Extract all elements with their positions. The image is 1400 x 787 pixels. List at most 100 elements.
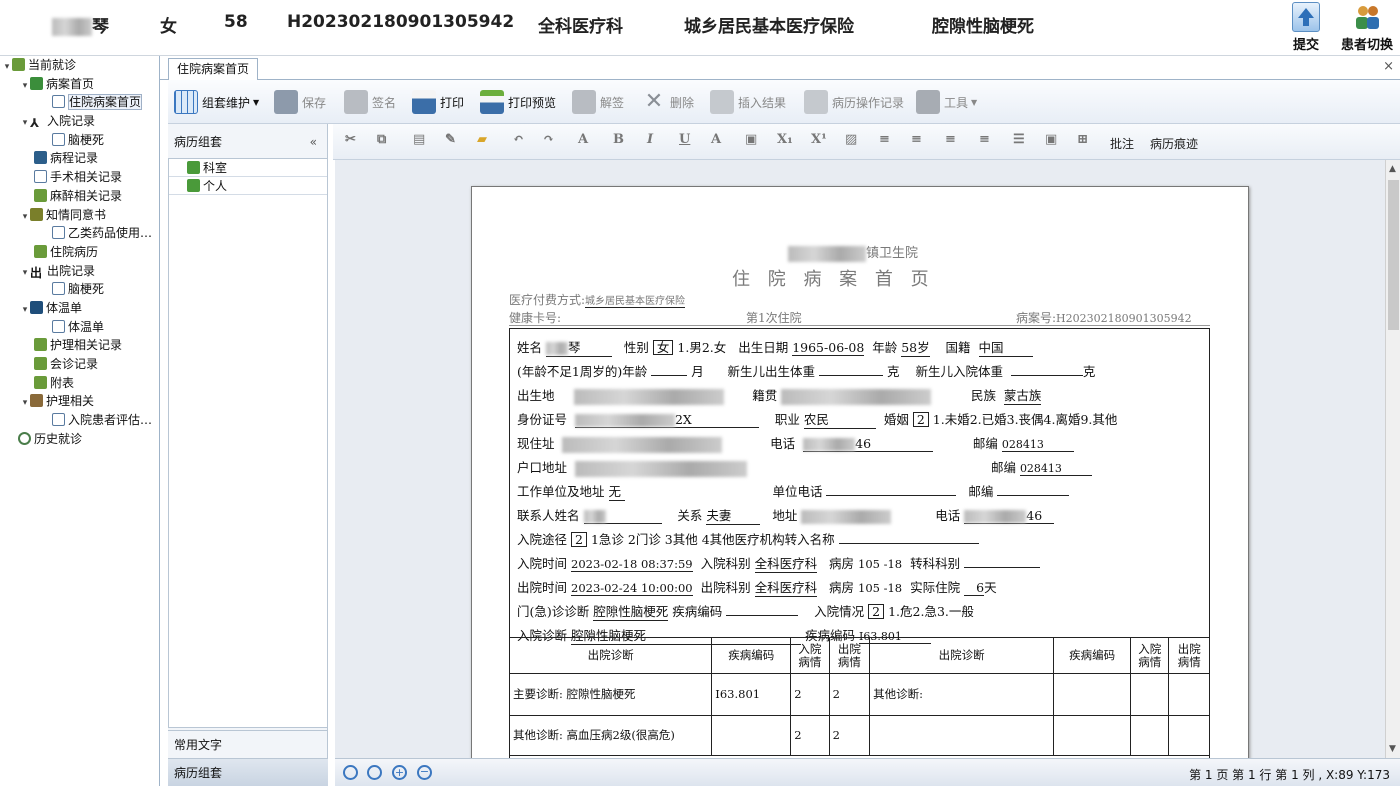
tree-node-case-home[interactable]: ▾ 病案首页 [0,75,159,94]
outpatient-diagnosis-field[interactable]: 腔隙性脑梗死 [593,601,669,621]
tree-node-appendix[interactable]: 附表 [0,374,159,393]
cut-icon[interactable]: ✂ [345,132,356,147]
align-left-icon[interactable]: ≡ [879,132,890,147]
birth-weight-field[interactable] [819,364,884,376]
open-folder-icon[interactable]: ▰ [477,132,487,147]
tree-node-discharge[interactable]: ▾ 出出院记录 [0,262,159,281]
tree-node-temperature[interactable]: ▾ 体温单 [0,299,159,318]
contact-address-field[interactable] [801,509,892,524]
switch-patient-button[interactable]: 患者切换 [1337,2,1397,53]
admit-weight-field[interactable] [1010,364,1083,376]
table-cell[interactable]: 其他诊断: [869,673,1055,716]
table-cell[interactable] [1130,715,1170,756]
tree-node-inpatient-record[interactable]: 住院病历 [0,243,159,262]
address-field[interactable] [562,436,723,453]
discharge-dept-field[interactable]: 全科医疗科 [754,577,818,597]
tree-node-current-visit[interactable]: ▾ 当前就诊 [0,56,159,75]
admission-route-field[interactable]: 2 [571,532,587,547]
template-item-dept[interactable]: 科室 [169,159,327,177]
tree-node-history[interactable]: 历史就诊 [0,430,159,449]
table-cell[interactable]: I63.801 [711,673,792,716]
scroll-up-icon[interactable]: ▲ [1389,164,1396,174]
collapse-arrow-icon[interactable]: ▾ [20,301,30,318]
native-place-field[interactable] [781,388,932,405]
referral-institution-field[interactable] [838,532,979,544]
copy-icon[interactable]: ⧉ [377,132,386,147]
tree-node-consent[interactable]: ▾ 知情同意书 [0,206,159,225]
comment-button[interactable]: 批注 [1110,135,1134,152]
delete-button[interactable]: ✕ 删除 [642,88,694,116]
underline-icon[interactable]: U [679,132,690,147]
contact-phone-field[interactable]: 46 [964,508,1055,524]
unsign-button[interactable]: 解签 [572,88,624,116]
ward-field[interactable]: 105 -18 [858,557,902,571]
scroll-thumb[interactable] [1388,180,1399,330]
paste-icon[interactable]: ▤ [413,132,425,147]
admit-dept-field[interactable]: 全科医疗科 [754,553,818,573]
tree-node-inpatient-home[interactable]: 住院病案首页 [0,93,159,112]
table-cell[interactable] [1053,673,1132,716]
admit-time-field[interactable]: 2023-02-18 08:37:59 [571,557,693,572]
tree-node-temperature-sheet[interactable]: 体温单 [0,318,159,337]
save-button[interactable]: 保存 [274,88,326,116]
table-cell[interactable]: 2 [790,715,830,756]
occupation-field[interactable]: 农民 [803,409,876,429]
align-right-icon[interactable]: ≡ [945,132,956,147]
justify-icon[interactable]: ≡ [979,132,990,147]
font-icon[interactable]: A [578,132,588,147]
tab-inpatient-home[interactable]: 住院病案首页 [168,58,259,80]
group-set-tab[interactable]: 病历组套 [168,758,328,786]
birth-date-field[interactable]: 1965-06-08 [792,340,865,356]
table-cell[interactable] [1130,673,1170,716]
history-log-button[interactable]: 病历操作记录 [804,88,904,116]
trace-button[interactable]: 病历痕迹 [1150,135,1198,152]
table-cell[interactable] [1168,715,1210,756]
contact-name-field[interactable] [583,508,662,524]
tree-node-admission-assessment[interactable]: 入院患者评估… [0,411,159,430]
highlight-icon[interactable]: ▣ [745,132,757,147]
tree-node-consultation[interactable]: 会诊记录 [0,355,159,374]
vertical-scrollbar[interactable]: ▲ ▼ [1385,160,1400,758]
italic-icon[interactable]: I [647,132,653,147]
transfer-dept-field[interactable] [964,556,1041,568]
zip-field[interactable]: 028413 [1001,438,1074,452]
table-cell[interactable]: 2 [828,715,871,756]
insert-result-button[interactable]: 插入结果 [710,88,786,116]
table-cell[interactable]: 2 [828,673,871,716]
zoom-icon[interactable] [343,765,358,780]
tree-node-nursing[interactable]: ▾ 护理相关 [0,392,159,411]
scroll-down-icon[interactable]: ▼ [1389,744,1396,754]
admit-condition-field[interactable]: 2 [868,604,885,619]
id-number-field[interactable]: 2X [574,412,759,428]
tree-node-admission[interactable]: ▾ ⅄ 入院记录 [0,112,159,131]
tree-node-progress[interactable]: 病程记录 [0,149,159,168]
collapse-arrow-icon[interactable]: ▾ [2,58,12,75]
collapse-arrow-icon[interactable]: ▾ [20,394,30,411]
zoom-fit-icon[interactable] [367,765,382,780]
name-field[interactable]: 琴 [546,337,612,357]
infant-age-field[interactable] [651,364,688,376]
format-painter-icon[interactable]: ✎ [445,132,456,147]
tree-node-surgery[interactable]: 手术相关记录 [0,168,159,187]
undo-icon[interactable]: ↶ [513,132,524,147]
stay-days-field[interactable]: 6 [964,580,985,596]
zip-field-2[interactable]: 028413 [1019,462,1092,476]
work-phone-field[interactable] [826,484,957,496]
table-cell[interactable] [1168,673,1210,716]
tree-node-anesthesia[interactable]: 麻醉相关记录 [0,187,159,206]
discharge-time-field[interactable]: 2023-02-24 10:00:00 [571,581,693,596]
tree-node-class-b-drug[interactable]: 乙类药品使用… [0,224,159,243]
document-page[interactable]: 镇卫生院 住 院 病 案 首 页 医疗付费方式:城乡居民基本医疗保险 健康卡号:… [471,186,1249,758]
tree-node-nursing-records[interactable]: 护理相关记录 [0,336,159,355]
table-cell[interactable] [1053,715,1132,756]
age-field[interactable]: 58岁 [901,337,930,357]
ethnicity-field[interactable]: 蒙古族 [1003,385,1042,405]
clear-format-icon[interactable]: ▨ [845,132,857,147]
collapse-panel-icon[interactable]: « [310,124,317,160]
relation-field[interactable]: 夫妻 [706,505,761,525]
marriage-field[interactable]: 2 [912,412,929,427]
collapse-arrow-icon[interactable]: ▾ [20,208,30,225]
table-cell[interactable]: 2 [790,673,830,716]
tree-node-admission-infarction[interactable]: 脑梗死 [0,131,159,150]
list-icon[interactable]: ☰ [1013,132,1025,147]
